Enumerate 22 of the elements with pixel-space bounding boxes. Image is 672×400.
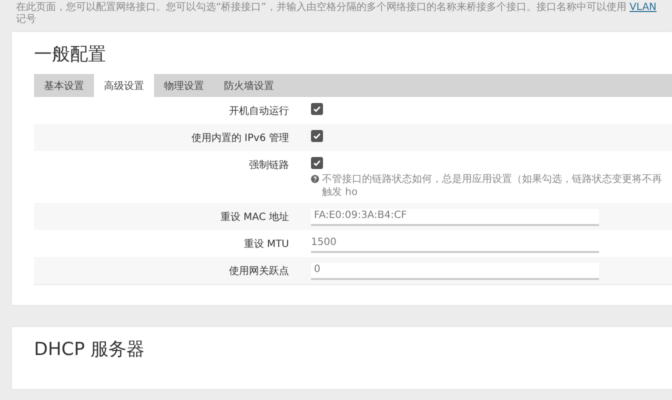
checkbox[interactable]: [311, 130, 323, 142]
vlan-link[interactable]: VLAN: [630, 2, 657, 13]
section-title: 一般配置: [34, 43, 107, 66]
section-title: DHCP 服务器: [34, 338, 146, 361]
tab[interactable]: 高级设置: [94, 74, 154, 97]
checkbox[interactable]: [311, 157, 323, 169]
field-label: 重设 MAC 地址: [219, 210, 289, 224]
text-field[interactable]: FA:E0:09:3A:B4:CF: [311, 209, 599, 226]
field-label: 重设 MTU: [242, 238, 289, 251]
tab[interactable]: 物理设置: [154, 74, 214, 97]
tab[interactable]: 基本设置: [34, 74, 94, 97]
help-icon: [311, 175, 319, 183]
field-label: 强制链路: [248, 158, 289, 172]
field-label: 使用网关跃点: [228, 264, 289, 278]
text-field[interactable]: 0: [311, 263, 599, 280]
intro-text: 在此页面，您可以配置网络接口。您可以勾选“桥接接口”，并输入由空格分隔的多个网络接口的名称来桥接多个接口。接口名称中可以使用 VLAN 记号: [15, 0, 658, 26]
field-label: 开机自动运行: [228, 104, 289, 118]
field-label: 使用内置的 IPv6 管理: [190, 132, 289, 145]
tab[interactable]: 防火墙设置: [214, 74, 284, 97]
checkbox[interactable]: [311, 103, 323, 115]
text-field[interactable]: 1500: [311, 236, 599, 253]
hint-text: 不管接口的链路状态如何，总是用应用设置（如果勾选，链路状态变更将不再触发 ho: [322, 173, 662, 199]
